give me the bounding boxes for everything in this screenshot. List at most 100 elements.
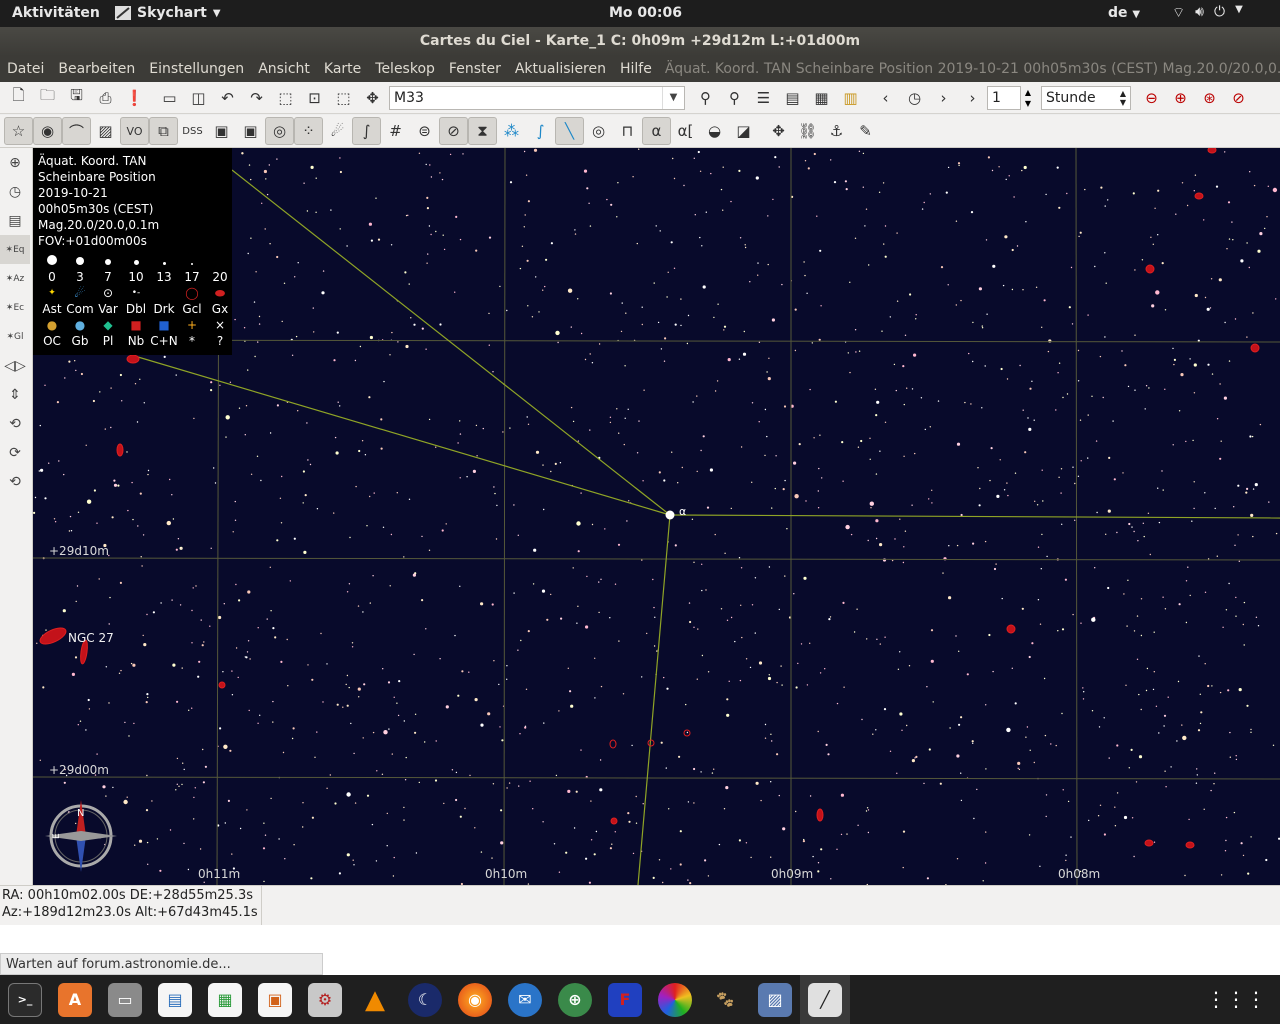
camera-settings-icon[interactable]: ▣ xyxy=(236,117,265,145)
network-icon[interactable]: ⧉ xyxy=(149,117,178,145)
telescope-add-icon[interactable]: ⊕ xyxy=(1166,84,1195,112)
grid-icon[interactable]: # xyxy=(381,117,410,145)
menu-bearbeiten[interactable]: Bearbeiten xyxy=(51,61,142,77)
ec-coord-button[interactable]: ✶ Ec xyxy=(0,293,30,322)
vo-button[interactable]: VO xyxy=(120,117,149,145)
horizon-icon[interactable]: ◒ xyxy=(700,117,729,145)
circle-icon[interactable]: ◎ xyxy=(584,117,613,145)
ruler-icon[interactable]: ⊓ xyxy=(613,117,642,145)
telescope-sync-icon[interactable]: ⊛ xyxy=(1195,84,1224,112)
dock-globe[interactable]: ⊕ xyxy=(550,975,600,1024)
object-list-icon[interactable]: ▤ xyxy=(778,84,807,112)
show-applications-icon[interactable]: ⋮⋮⋮ xyxy=(1206,987,1266,1011)
split-view-icon[interactable]: ◫ xyxy=(184,84,213,112)
window-icon[interactable]: ▤ xyxy=(0,206,30,235)
link-icon[interactable]: ⛓ xyxy=(793,117,822,145)
list-icon[interactable]: ☰ xyxy=(749,84,778,112)
calendar-icon[interactable]: ▦ xyxy=(807,84,836,112)
hourglass-icon[interactable]: ⧗ xyxy=(468,117,497,145)
camera-icon[interactable]: ▣ xyxy=(207,117,236,145)
menu-hilfe[interactable]: Hilfe xyxy=(613,61,659,77)
bright-star-alpha[interactable] xyxy=(665,510,675,520)
activities-button[interactable]: Aktivitäten xyxy=(12,5,100,21)
open-folder-icon[interactable]: 🗀 xyxy=(33,84,62,112)
dock-calc[interactable]: ▦ xyxy=(200,975,250,1024)
rotate-left-icon[interactable]: ⟲ xyxy=(0,409,30,438)
sphere-grid-icon[interactable]: ⊜ xyxy=(410,117,439,145)
step-forward-icon[interactable]: › xyxy=(958,84,987,112)
system-tray[interactable]: ⌔ 🔊︎ ⏻ ▼ xyxy=(1172,4,1243,22)
ephemeris-icon[interactable]: ▥ xyxy=(836,84,865,112)
undo-icon[interactable]: ↶ xyxy=(213,84,242,112)
pan-icon[interactable]: ✥ xyxy=(764,117,793,145)
dock-thunderbird[interactable]: ✉ xyxy=(500,975,550,1024)
dock-settings[interactable]: ⚙ xyxy=(300,975,350,1024)
dock-vlc[interactable]: ▲ xyxy=(350,975,400,1024)
menu-teleskop[interactable]: Teleskop xyxy=(368,61,442,77)
zoom-select-icon[interactable]: ⊡ xyxy=(300,84,329,112)
location-pin-icon[interactable]: ⚲ xyxy=(720,84,749,112)
new-chart-icon[interactable]: 🗋 xyxy=(4,84,33,112)
dock-files[interactable]: ▭ xyxy=(100,975,150,1024)
menu-aktualisieren[interactable]: Aktualisieren xyxy=(508,61,613,77)
time-unit-select[interactable]: Stunde ▲ ▼ xyxy=(1041,85,1131,110)
nebula-icon[interactable]: ◉ xyxy=(33,117,62,145)
chevron-left-icon[interactable]: ‹ xyxy=(871,84,900,112)
spin-buttons[interactable]: ▲ ▼ xyxy=(1021,87,1035,109)
menu-einstellungen[interactable]: Einstellungen xyxy=(142,61,251,77)
dock-image-viewer[interactable]: ▨ xyxy=(750,975,800,1024)
flip-horizontal-icon[interactable]: ◁▷ xyxy=(0,351,30,380)
dock-fotoxx[interactable]: F xyxy=(600,975,650,1024)
image-icon[interactable]: ▨ xyxy=(91,117,120,145)
dock-terminal[interactable]: >_ xyxy=(0,975,50,1024)
target-icon[interactable]: ◎ xyxy=(265,117,294,145)
ecliptic-icon[interactable]: ╲ xyxy=(555,117,584,145)
save-icon[interactable]: 🖫 xyxy=(62,84,91,112)
az-coord-button[interactable]: ✶ Az xyxy=(0,264,30,293)
constellation-icon[interactable]: ⁘ xyxy=(294,117,323,145)
telescope-disconnect-icon[interactable]: ⊘ xyxy=(1224,84,1253,112)
dock-impress[interactable]: ▣ xyxy=(250,975,300,1024)
zoom-fit-icon[interactable]: ⬚ xyxy=(271,84,300,112)
select-area-icon[interactable]: ⬚ xyxy=(329,84,358,112)
redo-icon[interactable]: ↷ xyxy=(242,84,271,112)
clock[interactable]: Mo 00:06 xyxy=(609,5,682,21)
window-layout-icon[interactable]: ▭ xyxy=(155,84,184,112)
rotate-right-icon[interactable]: ⟳ xyxy=(0,438,30,467)
dss-button[interactable]: DSS xyxy=(178,117,207,145)
alert-icon[interactable]: ❗ xyxy=(120,84,149,112)
print-icon[interactable]: ⎙ xyxy=(91,84,120,112)
eq-coord-button[interactable]: ✶ Eq xyxy=(0,235,30,264)
dock-color[interactable] xyxy=(650,975,700,1024)
chevron-right-icon[interactable]: › xyxy=(929,84,958,112)
chevron-down-icon[interactable]: ▼ xyxy=(662,86,684,109)
comet-icon[interactable]: ☄ xyxy=(323,117,352,145)
dock-software[interactable]: A xyxy=(50,975,100,1024)
search-object-combo[interactable]: M33 ▼ xyxy=(389,85,685,110)
menu-datei[interactable]: Datei xyxy=(0,61,51,77)
edit-icon[interactable]: ✎ xyxy=(851,117,880,145)
flip-vertical-icon[interactable]: ⇕ xyxy=(0,380,30,409)
telescope-connect-icon[interactable]: ⊖ xyxy=(1137,84,1166,112)
anchor-icon[interactable]: ⚓ xyxy=(822,117,851,145)
constellation-lines-icon[interactable]: ⁂ xyxy=(497,117,526,145)
clock-icon[interactable]: ◷ xyxy=(0,177,30,206)
dock-writer[interactable]: ▤ xyxy=(150,975,200,1024)
menu-fenster[interactable]: Fenster xyxy=(442,61,508,77)
time-step-input[interactable]: 1 xyxy=(987,85,1021,110)
move-icon[interactable]: ✥ xyxy=(358,84,387,112)
dock-gimp[interactable]: 🐾︎ xyxy=(700,975,750,1024)
search-icon[interactable]: ⚲ xyxy=(691,84,720,112)
boundary-icon[interactable]: ∫ xyxy=(526,117,555,145)
clock-now-icon[interactable]: ◷ xyxy=(900,84,929,112)
milky-way-icon[interactable]: ∫ xyxy=(352,117,381,145)
dock-stellarium[interactable]: ☾ xyxy=(400,975,450,1024)
rotate-reset-icon[interactable]: ⟲ xyxy=(0,467,30,496)
lines-icon[interactable]: ⌒ xyxy=(62,117,91,145)
gl-coord-button[interactable]: ✶ Gl xyxy=(0,322,30,351)
menu-ansicht[interactable]: Ansicht xyxy=(251,61,317,77)
menu-karte[interactable]: Karte xyxy=(317,61,368,77)
compass-icon[interactable]: ⊘ xyxy=(439,117,468,145)
star-icon[interactable]: ☆ xyxy=(4,117,33,145)
alpha-bracket-button[interactable]: α[ xyxy=(671,117,700,145)
